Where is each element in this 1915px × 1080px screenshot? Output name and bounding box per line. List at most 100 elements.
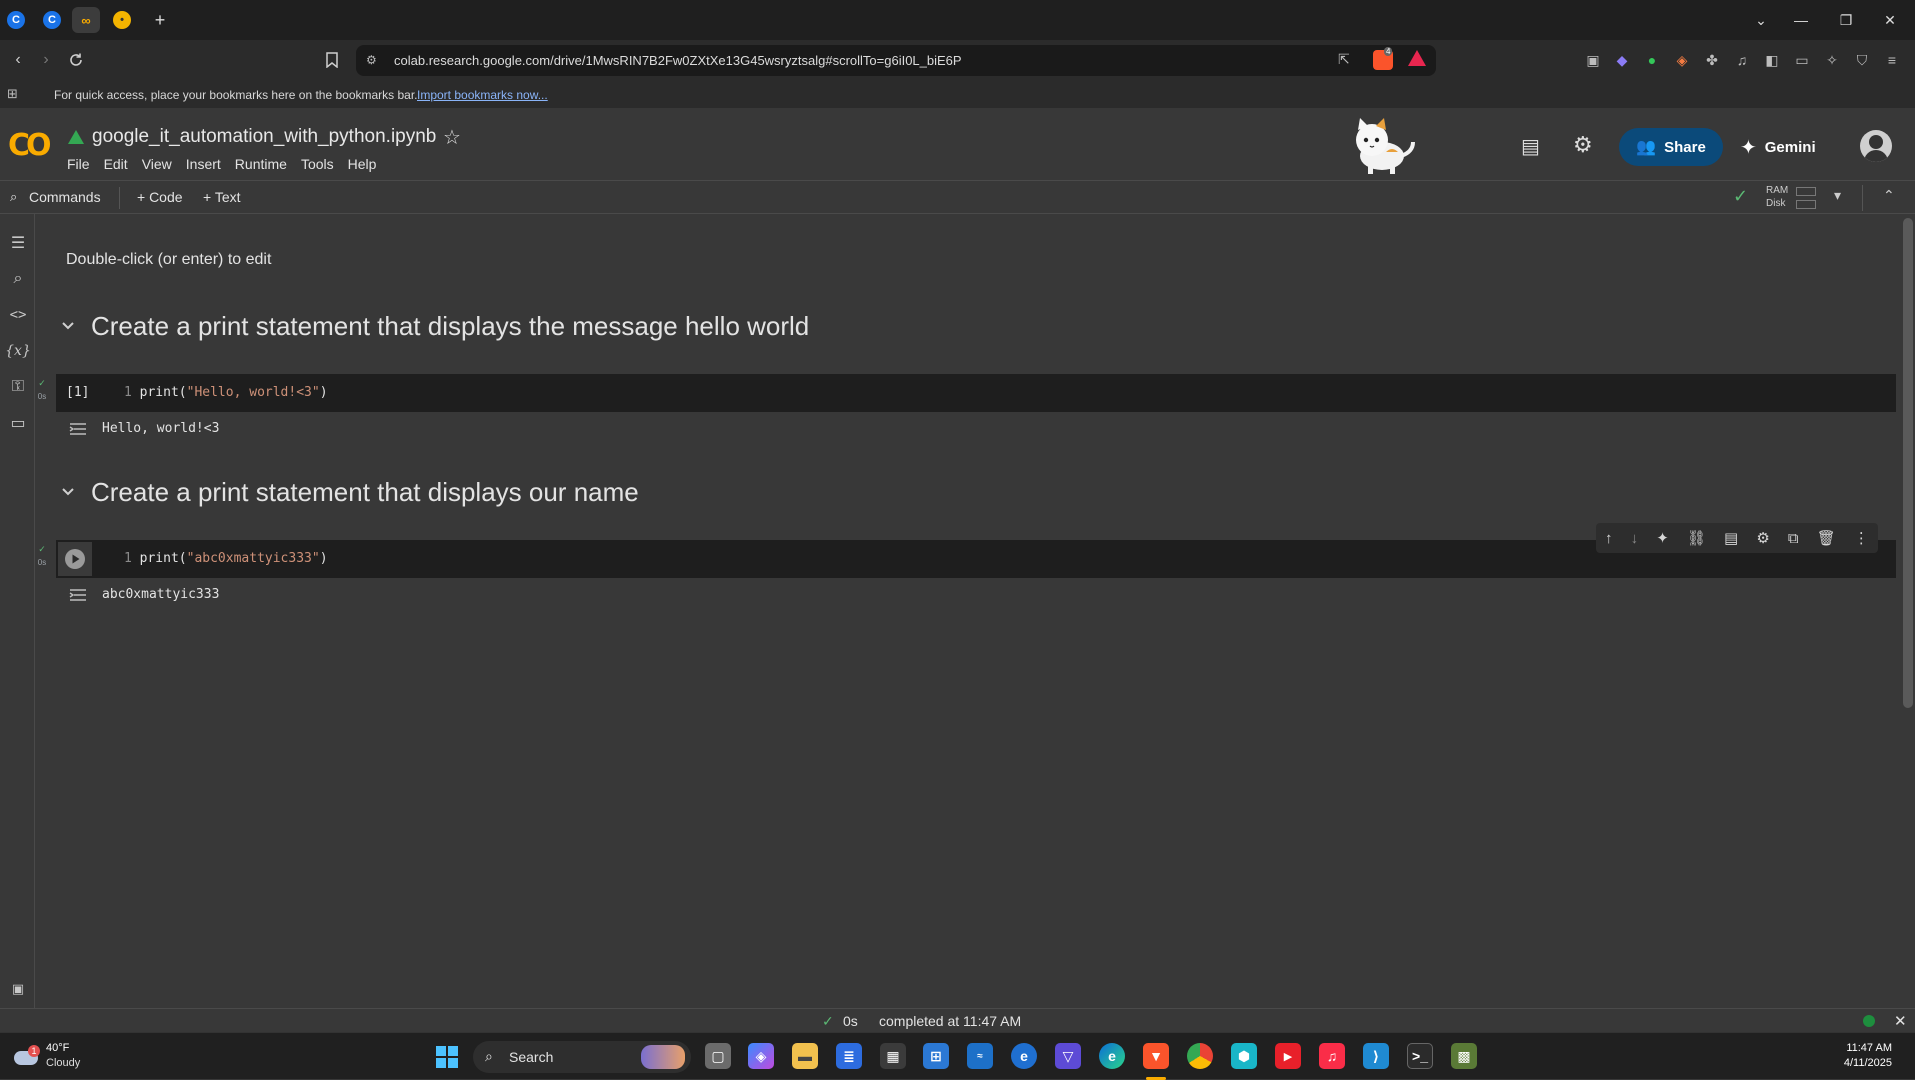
cube-app-icon[interactable]: ⬢: [1231, 1043, 1257, 1069]
files-folder-icon[interactable]: ▭: [5, 410, 31, 436]
find-replace-icon[interactable]: ⌕: [5, 266, 31, 292]
cube-extension-icon[interactable]: ▣: [1583, 50, 1603, 70]
collapse-header-icon[interactable]: ⌃: [1883, 187, 1895, 204]
menu-help[interactable]: Help: [348, 156, 377, 172]
tab-colab-2[interactable]: C: [38, 7, 66, 33]
minecraft-icon[interactable]: ▩: [1451, 1043, 1477, 1069]
mirror-cell-icon[interactable]: ⧉: [1788, 530, 1799, 547]
share-page-icon[interactable]: ⇱: [1338, 51, 1356, 69]
move-cell-up-icon[interactable]: ↑: [1605, 530, 1613, 547]
section-heading[interactable]: Create a print statement that displays o…: [91, 477, 639, 508]
clock-time[interactable]: 11:47 AM: [1838, 1042, 1892, 1054]
close-status-icon[interactable]: ✕: [1894, 1012, 1907, 1030]
minimize-button[interactable]: —: [1789, 8, 1813, 32]
brave-rewards-icon[interactable]: [1408, 50, 1426, 66]
tab-search-chevron-icon[interactable]: ⌄: [1749, 8, 1773, 32]
settings-gear-icon[interactable]: ⚙: [1573, 132, 1593, 158]
apple-music-icon[interactable]: ♫: [1319, 1043, 1345, 1069]
code-line[interactable]: 1 print("Hello, world!<3"): [124, 385, 328, 400]
store-icon[interactable]: ⊞: [923, 1043, 949, 1069]
sidebar-toggle-icon[interactable]: ◧: [1762, 50, 1782, 70]
leo-ai-icon[interactable]: ✧: [1822, 50, 1842, 70]
menu-tools[interactable]: Tools: [301, 156, 334, 172]
back-button[interactable]: ‹: [6, 48, 30, 72]
chevron-down-icon[interactable]: [58, 316, 78, 336]
brave-icon[interactable]: ▼: [1143, 1043, 1169, 1069]
tab-keep[interactable]: •: [108, 7, 136, 33]
mysql-workbench-icon[interactable]: ≈: [967, 1043, 993, 1069]
menu-view[interactable]: View: [142, 156, 172, 172]
calculator-icon[interactable]: ▦: [880, 1043, 906, 1069]
restore-button[interactable]: ❐: [1834, 8, 1858, 32]
runtime-dropdown-icon[interactable]: ▾: [1834, 187, 1841, 204]
forward-button[interactable]: ›: [34, 48, 58, 72]
terminal-app-icon[interactable]: >_: [1407, 1043, 1433, 1069]
avatar[interactable]: [1860, 130, 1892, 162]
windows-start-icon[interactable]: [436, 1046, 458, 1068]
taskbar-search[interactable]: ⌕ Search: [473, 1041, 691, 1073]
output-actions-icon[interactable]: [68, 587, 88, 603]
proton-vpn-icon[interactable]: ▽: [1055, 1043, 1081, 1069]
share-button[interactable]: 👥 Share: [1619, 128, 1723, 166]
code-line[interactable]: 1 print("abc0xmattyic333"): [124, 551, 328, 566]
delete-cell-icon[interactable]: 🗑: [1817, 529, 1836, 547]
link-to-cell-icon[interactable]: ⛓: [1687, 529, 1706, 547]
edge-icon[interactable]: e: [1099, 1043, 1125, 1069]
task-view-icon[interactable]: ▢: [705, 1043, 731, 1069]
chrome-icon[interactable]: [1187, 1043, 1213, 1069]
music-icon[interactable]: ♫: [1732, 50, 1752, 70]
cell-settings-icon[interactable]: ⚙: [1756, 529, 1769, 547]
menu-runtime[interactable]: Runtime: [235, 156, 287, 172]
run-cell-button[interactable]: [58, 542, 92, 576]
secrets-key-icon[interactable]: ⚿: [5, 374, 31, 400]
extensions-puzzle-icon[interactable]: ✤: [1702, 50, 1722, 70]
output-actions-icon[interactable]: [68, 421, 88, 437]
move-cell-down-icon[interactable]: ↓: [1631, 530, 1639, 547]
gemini-cell-icon[interactable]: ✦: [1656, 529, 1669, 547]
notebook-title[interactable]: google_it_automation_with_python.ipynb: [92, 126, 436, 148]
section-heading[interactable]: Create a print statement that displays t…: [91, 311, 809, 342]
address-bar[interactable]: ⚙ colab.research.google.com/drive/1MwsRI…: [356, 45, 1436, 76]
bookmark-button[interactable]: [320, 48, 344, 72]
add-code-button[interactable]: + Code: [137, 189, 183, 205]
wallet-icon[interactable]: ▭: [1792, 50, 1812, 70]
menu-insert[interactable]: Insert: [186, 156, 221, 172]
chevron-down-icon[interactable]: [58, 482, 78, 502]
tab-colab-1[interactable]: C: [2, 7, 30, 33]
close-window-button[interactable]: ✕: [1878, 8, 1902, 32]
notebook-scrollbar[interactable]: [1903, 218, 1913, 708]
weather-cloud-icon[interactable]: 1: [14, 1045, 40, 1065]
variables-icon[interactable]: {x}: [5, 338, 31, 364]
clock-date[interactable]: 4/11/2025: [1830, 1057, 1892, 1069]
youtube-icon[interactable]: ▶: [1275, 1043, 1301, 1069]
status-message[interactable]: completed at 11:47 AM: [879, 1013, 1021, 1029]
file-explorer-icon[interactable]: ▬: [792, 1043, 818, 1069]
green-extension-icon[interactable]: ●: [1642, 50, 1662, 70]
markdown-edit-hint[interactable]: Double-click (or enter) to edit: [66, 251, 271, 269]
notepad-icon[interactable]: ≣: [836, 1043, 862, 1069]
add-comment-icon[interactable]: ▤: [1724, 529, 1738, 547]
new-tab-button[interactable]: +: [148, 8, 172, 32]
fox-extension-icon[interactable]: ◈: [1672, 50, 1692, 70]
terminal-icon[interactable]: ▣: [5, 976, 31, 1002]
table-of-contents-icon[interactable]: ☰: [5, 230, 31, 256]
colab-logo[interactable]: CO: [8, 128, 51, 163]
browser-app-icon[interactable]: e: [1011, 1043, 1037, 1069]
vpn-shield-icon[interactable]: ⛉: [1852, 50, 1872, 70]
gemini-button[interactable]: ✦ Gemini: [1740, 128, 1850, 166]
vscode-icon[interactable]: ⟩: [1363, 1043, 1389, 1069]
ai-extension-icon[interactable]: ◆: [1612, 50, 1632, 70]
menu-edit[interactable]: Edit: [104, 156, 128, 172]
reload-button[interactable]: [64, 48, 88, 72]
site-settings-icon[interactable]: ⚙: [366, 53, 382, 69]
star-icon[interactable]: ☆: [443, 125, 461, 150]
apps-grid-icon[interactable]: ⊞: [7, 86, 18, 102]
tab-colab-active[interactable]: ∞: [72, 7, 100, 33]
copilot-icon[interactable]: ◈: [748, 1043, 774, 1069]
commands-button[interactable]: Commands: [29, 189, 101, 205]
resource-monitor[interactable]: RAM Disk: [1766, 184, 1788, 210]
more-actions-icon[interactable]: ⋮: [1854, 529, 1869, 547]
code-snippets-icon[interactable]: <>: [5, 302, 31, 328]
comments-icon[interactable]: ▤: [1521, 134, 1540, 159]
import-bookmarks-link[interactable]: Import bookmarks now...: [417, 88, 548, 102]
